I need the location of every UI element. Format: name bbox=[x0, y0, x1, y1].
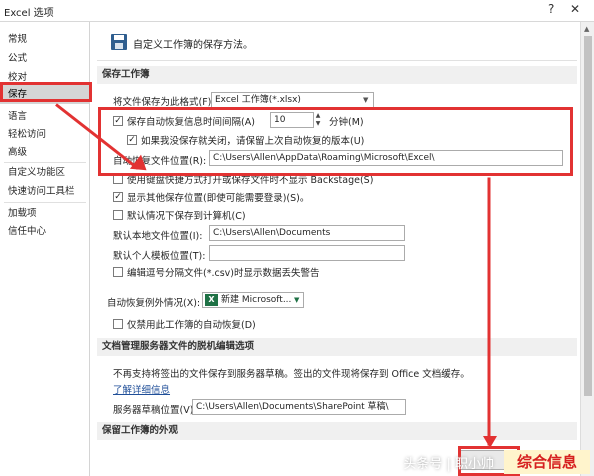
default-computer-checkbox[interactable] bbox=[113, 210, 123, 220]
sidebar-item-advanced[interactable]: 高级 bbox=[0, 143, 89, 162]
autorecover-exceptions-select[interactable]: X 新建 Microsoft... bbox=[202, 292, 304, 308]
title-bar: Excel 选项 ? ✕ bbox=[0, 0, 594, 22]
main-scrollbar[interactable]: ▲ ▼ bbox=[580, 22, 594, 476]
sidebar-item-trust-center[interactable]: 信任中心 bbox=[0, 222, 89, 241]
save-options-panel: 自定义工作簿的保存方法。 保存工作簿 将文件保存为此格式(F): Excel 工… bbox=[91, 22, 594, 476]
server-drafts-label: 服务器草稿位置(V): bbox=[113, 405, 197, 416]
default-computer-label: 默认情况下保存到计算机(C) bbox=[127, 211, 246, 222]
window-title: Excel 选项 bbox=[4, 8, 54, 19]
section-save-workbooks: 保存工作簿 bbox=[97, 66, 577, 84]
close-button[interactable]: ✕ bbox=[570, 2, 580, 16]
scroll-thumb[interactable] bbox=[584, 36, 592, 396]
offline-description: 不再支持将签出的文件保存到服务器草稿。签出的文件现将保存到 Office 文档缓… bbox=[113, 369, 470, 380]
annotation-arrow-vertical bbox=[487, 177, 491, 446]
server-drafts-value: C:\Users\Allen\Documents\SharePoint 草稿\ bbox=[196, 402, 389, 412]
local-location-label: 默认本地文件位置(I): bbox=[113, 231, 203, 242]
sidebar-item-language[interactable]: 语言 bbox=[0, 107, 89, 126]
section-preserve-appearance: 保留工作簿的外观 bbox=[97, 422, 577, 440]
header-divider bbox=[97, 60, 577, 61]
watermark-text: 头条号 | 职小帅 bbox=[403, 457, 494, 472]
sidebar-item-formulas[interactable]: 公式 bbox=[0, 49, 89, 68]
sidebar-item-accessibility[interactable]: 轻松访问 bbox=[0, 125, 89, 144]
chevron-down-icon: ▼ bbox=[363, 96, 369, 104]
watermark-brand: 综合信息 bbox=[504, 450, 590, 474]
autorecover-exceptions-value: 新建 Microsoft... bbox=[221, 295, 292, 305]
learn-more-link[interactable]: 了解详细信息 bbox=[113, 382, 170, 396]
local-location-value: C:\Users\Allen\Documents bbox=[213, 228, 331, 238]
show-more-locations-label: 显示其他保存位置(即使可能需要登录)(S)。 bbox=[127, 193, 310, 204]
sidebar-item-add-ins[interactable]: 加载项 bbox=[0, 204, 89, 223]
local-location-input[interactable]: C:\Users\Allen\Documents bbox=[209, 225, 405, 241]
sidebar-item-customize-ribbon[interactable]: 自定义功能区 bbox=[0, 163, 89, 182]
sidebar-item-general[interactable]: 常规 bbox=[0, 30, 89, 49]
page-description: 自定义工作簿的保存方法。 bbox=[133, 40, 253, 51]
annotation-box-save-item bbox=[0, 82, 92, 102]
autorecover-exceptions-label: 自动恢复例外情况(X): bbox=[107, 298, 201, 309]
personal-templates-input[interactable] bbox=[209, 245, 405, 261]
excel-icon: X bbox=[205, 294, 218, 306]
server-drafts-input[interactable]: C:\Users\Allen\Documents\SharePoint 草稿\ bbox=[192, 399, 406, 415]
save-icon bbox=[111, 34, 127, 50]
chevron-down-icon: ▼ bbox=[294, 296, 300, 304]
save-format-value: Excel 工作簿(*.xlsx) bbox=[215, 95, 301, 105]
show-more-locations-checkbox[interactable]: ✓ bbox=[113, 192, 123, 202]
help-button[interactable]: ? bbox=[548, 2, 554, 16]
personal-templates-label: 默认个人模板位置(T): bbox=[113, 251, 206, 262]
csv-warning-checkbox[interactable] bbox=[113, 267, 123, 277]
disable-autorecover-checkbox[interactable] bbox=[113, 319, 123, 329]
save-format-select[interactable]: Excel 工作簿(*.xlsx) bbox=[211, 92, 374, 108]
save-format-label: 将文件保存为此格式(F): bbox=[113, 97, 215, 108]
section-offline-editing: 文档管理服务器文件的脱机编辑选项 bbox=[97, 338, 577, 356]
csv-warning-label: 编辑逗号分隔文件(*.csv)时显示数据丢失警告 bbox=[127, 268, 320, 279]
disable-autorecover-label: 仅禁用此工作簿的自动恢复(D) bbox=[127, 320, 256, 331]
annotation-box-autorecover bbox=[98, 107, 573, 176]
sidebar-item-quick-access-toolbar[interactable]: 快速访问工具栏 bbox=[0, 182, 89, 201]
sidebar-divider bbox=[4, 202, 86, 203]
scroll-up-icon[interactable]: ▲ bbox=[584, 25, 589, 33]
